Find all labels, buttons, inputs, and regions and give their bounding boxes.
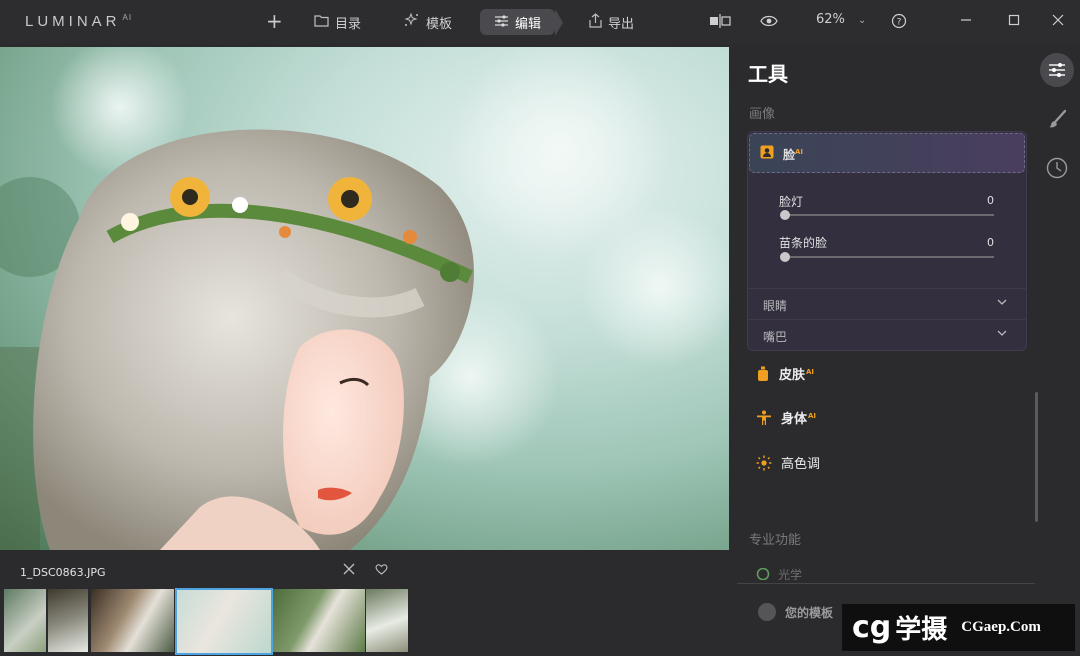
slim-face-slider[interactable] [781,256,994,258]
face-tool-panel: 脸AI 脸灯 0 苗条的脸 0 眼睛 嘴巴 [747,131,1027,351]
catalog-label: 目录 [335,16,362,32]
folder-icon [314,14,329,31]
body-figure-icon [757,410,771,425]
optics-label: 光学 [778,568,803,580]
app-logo: LUMINAR AI [25,13,133,30]
close-icon [1052,14,1064,26]
section-professional: 专业功能 [749,533,802,548]
maximize-icon [1008,14,1020,26]
templates-label: 模板 [426,16,453,32]
eye-icon [760,15,778,27]
edit-tab[interactable]: 编辑 [480,9,556,35]
panel-scrollbar[interactable] [1035,392,1038,522]
thumbnail-6[interactable] [366,589,408,652]
sliders-icon [494,14,509,31]
catalog-button[interactable]: 目录 [314,9,361,35]
optics-tool[interactable]: 光学 [756,568,802,580]
high-key-label: 高色调 [781,457,821,472]
skin-bottle-icon [758,366,768,381]
zoom-dropdown[interactable]: 62% ⌄ [816,12,866,27]
face-tool-label: 脸AI [783,148,804,162]
slim-face-label: 苗条的脸 [779,236,828,250]
edit-label: 编辑 [515,16,542,32]
my-templates-button[interactable]: 您的模板 [758,603,833,621]
body-label: 身体AI [781,411,817,427]
sun-icon [756,455,772,470]
slim-face-value: 0 [987,236,994,249]
image-filename: 1_DSC0863.JPG [20,566,106,579]
high-key-tool[interactable]: 高色调 [756,453,820,472]
help-button[interactable]: ? [891,13,907,33]
mouth-section[interactable]: 嘴巴 [748,320,1026,350]
watermark-logo: cg [852,609,892,645]
face-light-slider[interactable] [781,214,994,216]
help-icon: ? [891,13,907,29]
brush-icon [1049,109,1067,128]
sparkle-icon [404,12,420,31]
top-bar: LUMINAR AI + 目录 模板 编辑 导出 62% ⌄ ? [0,0,1080,44]
compare-icon [710,14,731,28]
compare-button[interactable] [709,14,731,32]
face-portrait-icon [760,145,774,159]
lens-icon [756,568,770,580]
template-circle-icon [758,603,776,621]
eyes-label: 眼睛 [763,299,788,313]
watermark-site: CGaep.Com [961,619,1041,635]
face-tool-header[interactable]: 脸AI [749,133,1025,173]
portrait-photo [0,47,729,550]
share-icon [589,12,602,32]
chevron-down-icon [997,327,1007,340]
export-label: 导出 [608,16,635,32]
divider [737,583,1035,584]
edit-tab-arrow [555,9,563,36]
zoom-value: 62% [816,12,845,27]
preview-button[interactable] [760,14,778,32]
clock-icon [1046,157,1068,179]
maximize-button[interactable] [1008,14,1020,30]
thumbnail-2[interactable] [48,589,88,652]
skin-label: 皮肤AI [779,367,815,383]
chevron-down-icon: ⌄ [858,15,867,26]
watermark-brand: 学摄 [895,615,948,645]
face-light-label: 脸灯 [779,195,804,209]
watermark: cg 学摄 CGaep.Com [842,604,1075,651]
eyes-section[interactable]: 眼睛 [748,289,1026,319]
close-window-button[interactable] [1052,14,1064,30]
face-light-value: 0 [987,194,994,207]
mouth-label: 嘴巴 [763,330,788,344]
body-tool[interactable]: 身体AI [756,408,816,427]
thumbnail-4-selected[interactable] [175,588,273,655]
sliders-icon [1049,63,1065,77]
close-icon [343,563,355,575]
export-button[interactable]: 导出 [589,9,634,35]
section-portrait: 画像 [749,107,776,122]
templates-button[interactable]: 模板 [404,9,452,35]
skin-tool[interactable]: 皮肤AI [756,364,814,383]
face-light-slider-handle[interactable] [780,210,790,220]
minimize-button[interactable] [960,14,972,30]
thumbnail-1[interactable] [4,589,46,652]
panel-title: 工具 [748,62,788,86]
thumbnail-3[interactable] [91,589,174,652]
my-templates-label: 您的模板 [785,605,834,620]
minimize-icon [961,19,971,21]
tools-tab-button[interactable] [1040,53,1074,87]
chevron-down-icon [997,296,1007,309]
svg-text:?: ? [897,18,902,28]
slim-face-slider-handle[interactable] [780,252,790,262]
history-tab-button[interactable] [1040,151,1074,185]
favorite-button[interactable] [375,563,388,579]
photo-canvas[interactable] [0,47,729,550]
heart-icon [375,564,388,575]
reject-button[interactable] [343,563,355,579]
add-button[interactable]: + [266,9,283,33]
thumbnail-5[interactable] [273,589,365,652]
brush-tab-button[interactable] [1040,102,1074,136]
